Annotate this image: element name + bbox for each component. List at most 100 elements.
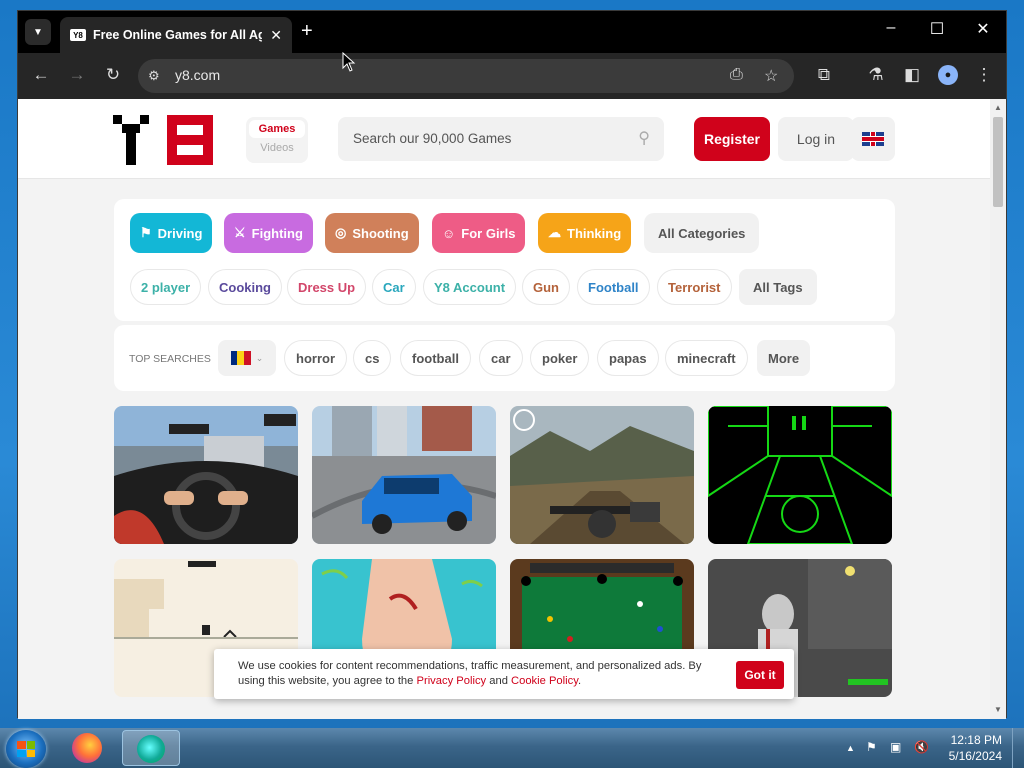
more-searches-button[interactable]: More — [757, 340, 811, 376]
tag-football[interactable]: Football — [577, 269, 650, 305]
all-tags-button[interactable]: All Tags — [739, 269, 817, 305]
web-page: Games Videos Search our 90,000 Games ⚲ R… — [18, 99, 990, 719]
search-term-poker[interactable]: poker — [530, 340, 590, 376]
y8-favicon-icon: Y8 — [70, 29, 86, 41]
cookie-consent-banner: We use cookies for content recommendatio… — [214, 649, 794, 699]
title-bar: ▼ Y8 Free Online Games for All Ag ✕ + – … — [18, 11, 1006, 53]
search-placeholder: Search our 90,000 Games — [353, 131, 512, 146]
videos-toggle[interactable]: Videos — [246, 142, 308, 154]
show-hidden-icons-icon[interactable]: ▲ — [846, 743, 855, 753]
edge-icon — [137, 735, 165, 763]
browser-toolbar: ← → ↻ ⚙ y8.com ⎙ ☆ ⧉ ⚗ ◧ ● ⋮ — [18, 53, 1006, 99]
new-tab-button[interactable]: + — [301, 21, 313, 41]
cookie-policy-link[interactable]: Cookie Policy — [511, 675, 578, 687]
action-center-flag-icon[interactable]: ⚑ — [866, 740, 877, 754]
firefox-taskbar-icon[interactable] — [72, 733, 102, 763]
maximize-button[interactable]: ☐ — [922, 19, 952, 39]
game-thumbnail-drift-car[interactable] — [312, 406, 496, 544]
y8-logo[interactable] — [113, 115, 217, 165]
game-thumbnail-racing-cockpit[interactable] — [114, 406, 298, 544]
cookie-accept-button[interactable]: Got it — [736, 661, 784, 689]
scrollbar-thumb[interactable] — [993, 117, 1003, 207]
volume-muted-icon[interactable]: 🔇 — [914, 740, 929, 754]
cookie-message: We use cookies for content recommendatio… — [238, 660, 702, 687]
edge-taskbar-button[interactable] — [122, 730, 180, 766]
tag-gun[interactable]: Gun — [522, 269, 570, 305]
show-desktop-button[interactable] — [1012, 728, 1024, 768]
page-scrollbar[interactable]: ▲ ▼ — [990, 99, 1006, 719]
mouse-cursor-icon — [342, 52, 356, 72]
search-term-papas[interactable]: papas — [597, 340, 659, 376]
privacy-policy-link[interactable]: Privacy Policy — [417, 675, 487, 687]
search-icon[interactable]: ⚲ — [638, 128, 650, 148]
site-info-icon[interactable]: ⚙ — [148, 68, 160, 84]
register-button[interactable]: Register — [694, 117, 770, 161]
game-search-input[interactable]: Search our 90,000 Games ⚲ — [338, 117, 664, 161]
scroll-down-arrow-icon[interactable]: ▼ — [994, 705, 1002, 714]
tag-2-player[interactable]: 2 player — [130, 269, 202, 305]
search-term-cs[interactable]: cs — [353, 340, 392, 376]
racing-cockpit-image — [114, 406, 298, 544]
tag-cooking[interactable]: Cooking — [208, 269, 282, 305]
clock-time: 12:18 PM — [950, 733, 1002, 747]
neon-slope-image — [708, 406, 892, 544]
menu-dots-icon[interactable]: ⋮ — [972, 65, 996, 85]
games-toggle[interactable]: Games — [249, 120, 305, 138]
network-icon[interactable]: ▣ — [890, 740, 901, 754]
brain-icon: ☁ — [548, 225, 561, 240]
all-categories-button[interactable]: All Categories — [644, 213, 760, 253]
reload-button[interactable]: ↻ — [101, 65, 125, 85]
side-panel-icon[interactable]: ◧ — [900, 65, 924, 85]
extensions-icon[interactable]: ⧉ — [812, 65, 836, 85]
labs-flask-icon[interactable]: ⚗ — [864, 65, 888, 85]
girl-face-icon: ☺ — [442, 225, 456, 241]
chevron-down-icon: ⌄ — [255, 352, 264, 363]
login-button[interactable]: Log in — [778, 117, 854, 161]
profile-avatar-icon[interactable]: ● — [938, 65, 958, 85]
browser-window: ▼ Y8 Free Online Games for All Ag ✕ + – … — [17, 10, 1007, 719]
address-bar[interactable]: ⚙ y8.com ⎙ ☆ — [138, 59, 794, 93]
tab-title: Free Online Games for All Ag — [92, 28, 263, 42]
search-term-horror[interactable]: horror — [284, 340, 347, 376]
category-thinking[interactable]: ☁ Thinking — [538, 213, 632, 253]
tab-search-button[interactable]: ▼ — [25, 19, 51, 45]
target-icon: ◎ — [335, 225, 347, 240]
search-term-minecraft[interactable]: minecraft — [665, 340, 748, 376]
drift-car-image — [312, 406, 496, 544]
windows-taskbar: ▲ ⚑ ▣ 🔇 12:18 PM 5/16/2024 — [0, 728, 1024, 768]
scroll-up-arrow-icon[interactable]: ▲ — [994, 103, 1002, 112]
categories-panel: ⚑ Driving ⚔ Fighting ◎ Shooting ☺ For Girls … — [114, 199, 895, 321]
search-term-football[interactable]: football — [400, 340, 471, 376]
tag-dress-up[interactable]: Dress Up — [287, 269, 367, 305]
category-for-girls[interactable]: ☺ For Girls — [432, 213, 526, 253]
minimize-button[interactable]: – — [876, 19, 906, 37]
country-selector[interactable]: ⌄ — [218, 340, 276, 376]
close-tab-icon[interactable]: ✕ — [270, 27, 282, 44]
game-thumbnail-neon-slope[interactable] — [708, 406, 892, 544]
start-button[interactable] — [6, 730, 46, 768]
forward-button[interactable]: → — [65, 65, 89, 85]
search-term-car[interactable]: car — [479, 340, 523, 376]
install-app-icon[interactable]: ⎙ — [730, 66, 743, 84]
bookmark-star-icon[interactable]: ☆ — [764, 66, 778, 86]
language-selector[interactable] — [851, 117, 895, 161]
system-clock[interactable]: 12:18 PM 5/16/2024 — [930, 732, 1002, 764]
clock-date: 5/16/2024 — [948, 749, 1002, 763]
category-shooting[interactable]: ◎ Shooting — [325, 213, 419, 253]
active-tab[interactable]: Y8 Free Online Games for All Ag ✕ — [60, 17, 292, 53]
tag-car[interactable]: Car — [372, 269, 416, 305]
category-fighting[interactable]: ⚔ Fighting — [224, 213, 313, 253]
tag-y8-account[interactable]: Y8 Account — [423, 269, 517, 305]
back-button[interactable]: ← — [29, 65, 53, 85]
uk-flag-icon — [862, 132, 884, 146]
url-text[interactable]: y8.com — [175, 67, 220, 83]
site-header: Games Videos Search our 90,000 Games ⚲ R… — [18, 99, 990, 179]
tag-terrorist[interactable]: Terrorist — [657, 269, 732, 305]
top-searches-panel: TOP SEARCHES ⌄ horror cs football car po… — [114, 325, 895, 391]
romania-flag-icon — [230, 351, 251, 365]
game-thumbnail-mountain-bike[interactable] — [510, 406, 694, 544]
mountain-bike-image — [510, 406, 694, 544]
top-searches-label: TOP SEARCHES — [129, 353, 211, 365]
category-driving[interactable]: ⚑ Driving — [130, 213, 213, 253]
close-window-button[interactable]: ✕ — [968, 19, 998, 39]
